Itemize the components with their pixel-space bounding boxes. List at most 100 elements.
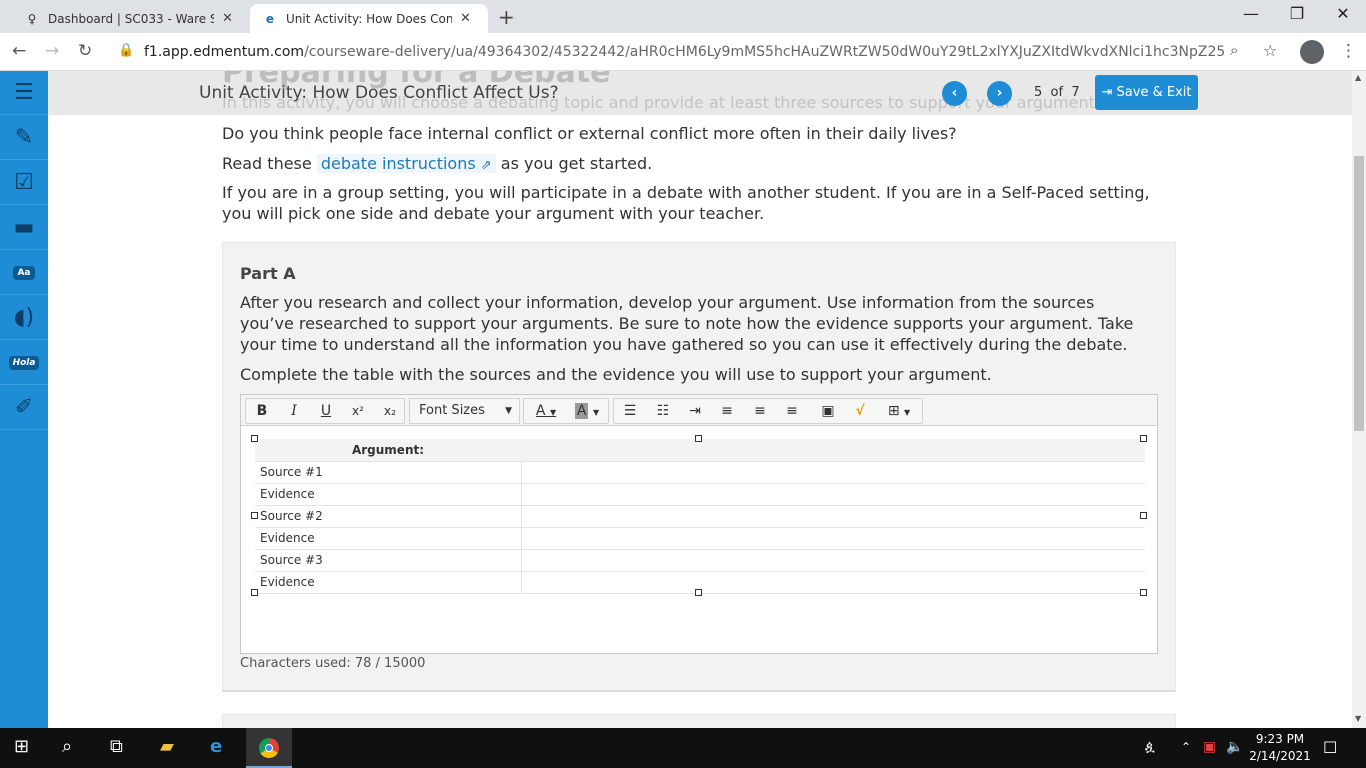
star-icon[interactable]: ☆ bbox=[1263, 41, 1277, 60]
scroll-thumb[interactable] bbox=[1354, 156, 1364, 431]
translate-icon[interactable]: Hola bbox=[0, 341, 48, 385]
resize-handle[interactable] bbox=[1140, 589, 1147, 596]
people-icon[interactable]: ዿ bbox=[1145, 739, 1155, 755]
resize-handle[interactable] bbox=[251, 512, 258, 519]
highlight-color-icon[interactable]: A ▼ bbox=[569, 400, 605, 422]
restore-button[interactable]: ❐ bbox=[1274, 4, 1320, 23]
profile-icon[interactable] bbox=[1300, 40, 1324, 64]
tab-title: Dashboard | SC033 - Ware Shoals bbox=[48, 11, 214, 26]
page-indicator: 5 of 7 bbox=[1034, 85, 1080, 100]
menu-icon[interactable]: ⋮ bbox=[1340, 41, 1357, 61]
close-icon[interactable]: ✕ bbox=[460, 11, 471, 26]
windows-start-icon[interactable]: ⊞ bbox=[14, 736, 29, 757]
row-label[interactable]: Source #3 bbox=[255, 549, 522, 572]
table-row: Source #1 bbox=[255, 461, 1145, 484]
row-cell[interactable] bbox=[521, 549, 1145, 572]
highlighter-icon[interactable]: ✐ bbox=[0, 386, 48, 430]
row-cell[interactable] bbox=[521, 571, 1145, 594]
tab-dashboard[interactable]: ♀ Dashboard | SC033 - Ware Shoals ✕ bbox=[12, 4, 245, 33]
table-icon[interactable]: ⊞ ▼ bbox=[881, 400, 917, 422]
speech-icon[interactable]: ◖) bbox=[0, 296, 48, 340]
resize-handle[interactable] bbox=[251, 589, 258, 596]
row-label[interactable]: Evidence bbox=[255, 527, 522, 550]
bold-icon[interactable]: B bbox=[249, 400, 275, 422]
argument-table[interactable]: Argument: Source #1 Evidence Source #2 E… bbox=[255, 439, 1145, 594]
next-part-panel bbox=[222, 714, 1176, 728]
bulb-icon: ♀ bbox=[27, 11, 37, 26]
text-color-icon[interactable]: A ▼ bbox=[528, 400, 564, 422]
subscript-icon[interactable]: x₂ bbox=[377, 400, 403, 422]
next-button[interactable]: › bbox=[987, 81, 1012, 106]
dictionary-icon[interactable]: Aa bbox=[0, 251, 48, 295]
scroll-down-icon[interactable]: ▼ bbox=[1355, 714, 1361, 723]
minimize-button[interactable]: — bbox=[1228, 4, 1274, 23]
superscript-icon[interactable]: x² bbox=[345, 400, 371, 422]
underline-icon[interactable]: U bbox=[313, 400, 339, 422]
row-cell[interactable] bbox=[521, 505, 1145, 528]
chevron-up-icon[interactable]: ⌃ bbox=[1181, 740, 1191, 754]
lock-icon: 🔒 bbox=[118, 43, 135, 58]
zoom-icon[interactable]: ⌕ bbox=[1230, 41, 1238, 59]
back-button[interactable]: ← bbox=[12, 41, 26, 61]
row-label[interactable]: Evidence bbox=[255, 483, 522, 506]
forward-button[interactable]: → bbox=[45, 41, 59, 61]
volume-icon[interactable]: 🔈 bbox=[1226, 739, 1243, 755]
row-cell[interactable] bbox=[521, 527, 1145, 550]
question-text: Do you think people face internal confli… bbox=[222, 124, 957, 143]
indent-icon[interactable]: ⇥ bbox=[682, 400, 708, 422]
edmentum-icon: e bbox=[265, 11, 275, 26]
row-label[interactable]: Source #1 bbox=[255, 461, 522, 484]
browser-tab-strip: ♀ Dashboard | SC033 - Ware Shoals ✕ e Un… bbox=[0, 0, 1366, 33]
task-view-icon[interactable]: ⧉ bbox=[110, 736, 123, 757]
page-current: 5 bbox=[1034, 85, 1043, 100]
resize-handle[interactable] bbox=[695, 435, 702, 442]
previous-button[interactable]: ‹ bbox=[942, 81, 967, 106]
italic-icon[interactable]: I bbox=[281, 400, 307, 422]
chrome-taskbar-button[interactable] bbox=[246, 728, 292, 768]
header-title: Unit Activity: How Does Conflict Affect … bbox=[199, 83, 559, 103]
scroll-up-icon[interactable]: ▲ bbox=[1355, 73, 1361, 82]
search-icon[interactable]: ⌕ bbox=[62, 736, 72, 757]
numbered-list-icon[interactable]: ☷ bbox=[650, 400, 676, 422]
save-exit-button[interactable]: ⇥ Save & Exit bbox=[1095, 75, 1198, 110]
image-icon[interactable]: ▣ bbox=[815, 400, 841, 422]
url-field[interactable]: 🔒 f1.app.edmentum.com/courseware-deliver… bbox=[110, 37, 1290, 67]
system-clock[interactable]: 9:23 PM 2/14/2021 bbox=[1245, 731, 1315, 765]
tab-title: Unit Activity: How Does Conflict Affect … bbox=[286, 11, 452, 26]
align-left-icon[interactable]: ≡ bbox=[714, 400, 740, 422]
reload-button[interactable]: ↻ bbox=[78, 41, 92, 61]
network-icon[interactable]: ▣ bbox=[1203, 739, 1216, 755]
new-tab-button[interactable]: + bbox=[498, 5, 515, 29]
debate-instructions-link[interactable]: debate instructions ⇗ bbox=[316, 154, 496, 173]
align-center-icon[interactable]: ≡ bbox=[747, 400, 773, 422]
row-label[interactable]: Source #2 bbox=[255, 505, 522, 528]
table-header[interactable]: Argument: bbox=[255, 439, 521, 462]
rich-text-editor[interactable]: B I U x² x₂ Font Sizes ▼ A ▼ A ▼ ☰ ☷ ⇥ ≡ … bbox=[240, 394, 1158, 654]
file-explorer-icon[interactable]: ▰ bbox=[160, 736, 174, 757]
align-right-icon[interactable]: ≡ bbox=[779, 400, 805, 422]
equation-icon[interactable]: √ bbox=[847, 400, 873, 422]
read-suffix: as you get started. bbox=[500, 154, 653, 173]
bullet-list-icon[interactable]: ☰ bbox=[617, 400, 643, 422]
list-icon[interactable]: ☰ bbox=[0, 71, 48, 115]
page-scrollbar[interactable]: ▲ ▼ bbox=[1352, 71, 1366, 728]
row-cell[interactable] bbox=[521, 483, 1145, 506]
window-close-button[interactable]: ✕ bbox=[1320, 4, 1366, 23]
resize-handle[interactable] bbox=[1140, 512, 1147, 519]
chrome-icon bbox=[259, 738, 279, 758]
row-label[interactable]: Evidence bbox=[255, 571, 522, 594]
folder-icon[interactable]: ▬ bbox=[0, 206, 48, 250]
edge-icon[interactable]: e bbox=[210, 736, 222, 757]
notifications-icon[interactable]: ☐ bbox=[1323, 738, 1337, 757]
edit-icon[interactable]: ✎ bbox=[0, 116, 48, 160]
resize-handle[interactable] bbox=[1140, 435, 1147, 442]
checklist-icon[interactable]: ☑ bbox=[0, 161, 48, 205]
url-host: f1.app.edmentum.com bbox=[144, 44, 305, 60]
tab-unit-activity[interactable]: e Unit Activity: How Does Conflict Affec… bbox=[250, 4, 488, 33]
resize-handle[interactable] bbox=[695, 589, 702, 596]
resize-handle[interactable] bbox=[251, 435, 258, 442]
font-sizes-select[interactable]: Font Sizes ▼ bbox=[409, 398, 520, 424]
row-cell[interactable] bbox=[521, 461, 1145, 484]
table-header-empty[interactable] bbox=[521, 439, 1145, 462]
close-icon[interactable]: ✕ bbox=[222, 11, 233, 26]
